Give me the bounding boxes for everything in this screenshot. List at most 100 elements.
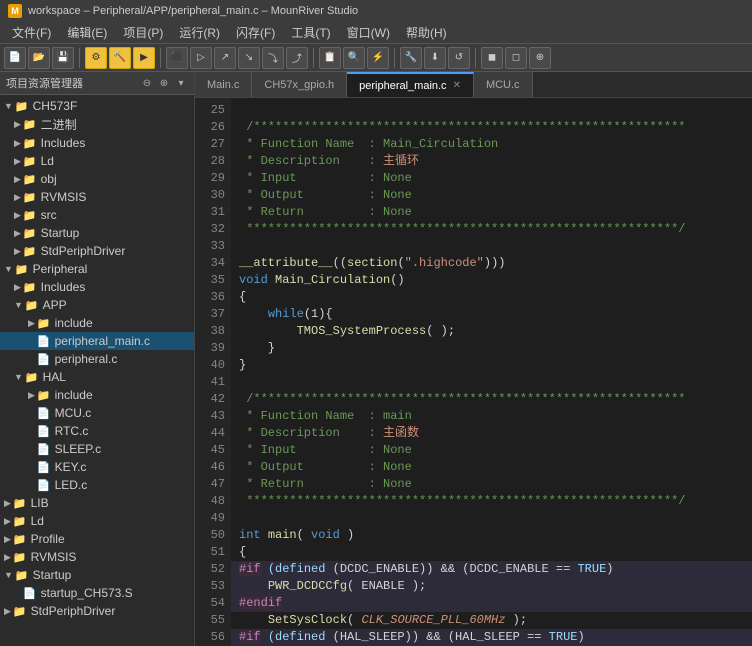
sidebar-item-stdperiph[interactable]: ▶ 📁 StdPeriphDriver [0,242,194,260]
toolbar-debug1[interactable]: ⬛ [166,47,188,69]
sidebar-expand-btn[interactable]: ⊕ [157,76,171,90]
sidebar-item-ld2[interactable]: ▶ 📁 Ld [0,512,194,530]
chevron-right-icon: ▶ [28,390,35,401]
toolbar-misc1[interactable]: ◼ [481,47,503,69]
tree-label: MCU.c [55,406,92,420]
sidebar-item-obj[interactable]: ▶ 📁 obj [0,170,194,188]
file-c-icon: 📄 [37,335,51,348]
folder-icon: 📁 [25,299,39,312]
code-content[interactable]: /***************************************… [231,98,752,646]
tree-label: LED.c [55,478,88,492]
tab-close-icon[interactable]: ✕ [453,80,461,91]
menu-tools[interactable]: 工具(T) [283,22,338,43]
chevron-right-icon: ▶ [14,192,21,203]
toolbar-extra2[interactable]: 🔍 [343,47,365,69]
menu-run[interactable]: 运行(R) [171,22,228,43]
sidebar-item-rtc-c[interactable]: ▶ 📄 RTC.c [0,422,194,440]
sidebar-item-src[interactable]: ▶ 📁 src [0,206,194,224]
toolbar-debug3[interactable]: ↗ [214,47,236,69]
toolbar-extra3[interactable]: ⚡ [367,47,389,69]
chevron-right-icon: ▶ [14,246,21,257]
sidebar-item-profile[interactable]: ▶ 📁 Profile [0,530,194,548]
tree-label: LIB [31,496,49,510]
toolbar-debug4[interactable]: ↘ [238,47,260,69]
sidebar: 项目资源管理器 ⊖ ⊕ ▾ ▼ 📁 CH573F ▶ 📁 二进制 ▶ 📁 [0,72,195,646]
toolbar-build1[interactable]: ⚙ [85,47,107,69]
tree-label: include [55,316,93,330]
tree-label: Peripheral [33,262,88,276]
tree-label: CH573F [33,99,78,113]
sidebar-item-includes2[interactable]: ▶ 📁 Includes [0,278,194,296]
chevron-down-icon: ▼ [4,264,13,274]
sidebar-item-startup-ch573s[interactable]: ▶ 📄 startup_CH573.S [0,584,194,602]
sidebar-collapse-btn[interactable]: ⊖ [140,76,154,90]
toolbar-extra1[interactable]: 📋 [319,47,341,69]
sidebar-item-key-c[interactable]: ▶ 📄 KEY.c [0,458,194,476]
chevron-down-icon: ▼ [14,300,23,310]
tree-label: obj [41,172,57,186]
toolbar-sep-1 [79,48,80,68]
menu-flash[interactable]: 闪存(F) [228,22,283,43]
toolbar-debug5[interactable]: ⤵ [262,47,284,69]
tab-peripheral-main-c[interactable]: peripheral_main.c ✕ [347,72,474,97]
tab-mcu-c[interactable]: MCU.c [474,72,533,97]
menu-bar: 文件(F) 编辑(E) 项目(P) 运行(R) 闪存(F) 工具(T) 窗口(W… [0,22,752,44]
sidebar-item-lib[interactable]: ▶ 📁 LIB [0,494,194,512]
tree-label: SLEEP.c [55,442,101,456]
toolbar-new[interactable]: 📄 [4,47,26,69]
toolbar-open[interactable]: 📂 [28,47,50,69]
menu-project[interactable]: 项目(P) [115,22,171,43]
toolbar-reset[interactable]: ↺ [448,47,470,69]
sidebar-item-startup2[interactable]: ▼ 📁 Startup [0,566,194,584]
folder-icon: 📁 [13,605,27,618]
code-editor[interactable]: 2526272829303132333435363738394041424344… [195,98,752,646]
toolbar-debug2[interactable]: ▷ [190,47,212,69]
tree-label: Ld [31,514,44,528]
sidebar-item-peripheral-main-c[interactable]: ▶ 📄 peripheral_main.c [0,332,194,350]
toolbar-debug6[interactable]: ⤴ [286,47,308,69]
toolbar-sep-4 [394,48,395,68]
folder-icon: 📁 [13,533,27,546]
sidebar-item-ld[interactable]: ▶ 📁 Ld [0,152,194,170]
chevron-right-icon: ▶ [14,174,21,185]
sidebar-item-hal[interactable]: ▼ 📁 HAL [0,368,194,386]
app-logo: M [8,4,22,18]
sidebar-item-stdperiph2[interactable]: ▶ 📁 StdPeriphDriver [0,602,194,620]
chevron-right-icon: ▶ [14,210,21,221]
toolbar-download[interactable]: ⬇ [424,47,446,69]
tab-ch57x-gpio-h[interactable]: CH57x_gpio.h [252,72,347,97]
sidebar-item-binary[interactable]: ▶ 📁 二进制 [0,115,194,134]
tree-label: startup_CH573.S [41,586,133,600]
sidebar-item-rvmsis[interactable]: ▶ 📁 RVMSIS [0,188,194,206]
sidebar-item-mcu-c[interactable]: ▶ 📄 MCU.c [0,404,194,422]
tab-main-c[interactable]: Main.c [195,72,252,97]
sidebar-item-include4[interactable]: ▶ 📁 include [0,386,194,404]
menu-help[interactable]: 帮助(H) [398,22,455,43]
tree-label: Profile [31,532,65,546]
sidebar-item-includes1[interactable]: ▶ 📁 Includes [0,134,194,152]
toolbar-build3[interactable]: ▶ [133,47,155,69]
sidebar-menu-btn[interactable]: ▾ [174,76,188,90]
sidebar-item-sleep-c[interactable]: ▶ 📄 SLEEP.c [0,440,194,458]
toolbar-build2[interactable]: 🔨 [109,47,131,69]
folder-icon: 📁 [13,515,27,528]
sidebar-item-led-c[interactable]: ▶ 📄 LED.c [0,476,194,494]
menu-edit[interactable]: 编辑(E) [59,22,115,43]
tree-label: HAL [43,370,66,384]
tab-label: MCU.c [486,79,520,91]
toolbar-chip[interactable]: 🔧 [400,47,422,69]
menu-file[interactable]: 文件(F) [4,22,59,43]
file-c-icon: 📄 [37,353,51,366]
sidebar-item-startup[interactable]: ▶ 📁 Startup [0,224,194,242]
sidebar-item-peripheral-c[interactable]: ▶ 📄 peripheral.c [0,350,194,368]
menu-window[interactable]: 窗口(W) [339,22,398,43]
file-s-icon: 📄 [23,587,37,600]
sidebar-item-rvmsis2[interactable]: ▶ 📁 RVMSIS [0,548,194,566]
sidebar-item-app[interactable]: ▼ 📁 APP [0,296,194,314]
toolbar-save[interactable]: 💾 [52,47,74,69]
sidebar-item-peripheral[interactable]: ▼ 📁 Peripheral [0,260,194,278]
toolbar-misc3[interactable]: ⊕ [529,47,551,69]
sidebar-item-ch573f[interactable]: ▼ 📁 CH573F [0,97,194,115]
sidebar-item-include3[interactable]: ▶ 📁 include [0,314,194,332]
toolbar-misc2[interactable]: ◻ [505,47,527,69]
